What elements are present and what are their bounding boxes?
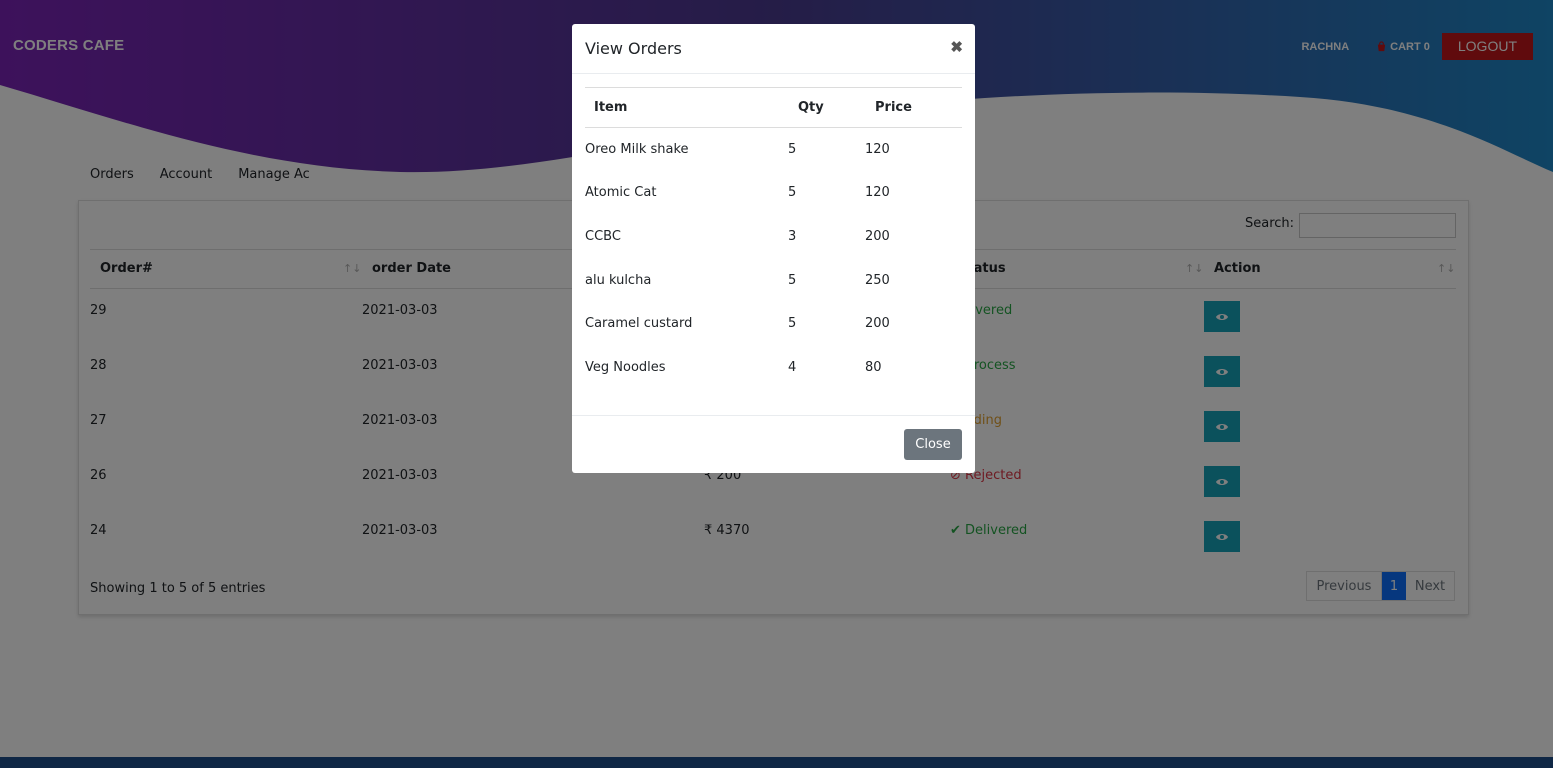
- modal-title: View Orders: [585, 39, 682, 58]
- modal-table-top-border: [585, 87, 962, 88]
- close-icon[interactable]: ✖: [950, 38, 963, 56]
- modal-item-name: alu kulcha: [585, 273, 652, 288]
- modal-item-price: 80: [865, 360, 882, 375]
- modal-item-name: Atomic Cat: [585, 185, 657, 200]
- modal-item-price: 120: [865, 142, 890, 157]
- modal-item-qty: 5: [788, 142, 797, 157]
- modal-item-name: Veg Noodles: [585, 360, 666, 375]
- modal-column-qty: Qty: [798, 100, 824, 115]
- modal-footer-divider: [572, 415, 975, 416]
- modal-item-price: 120: [865, 185, 890, 200]
- modal-item-name: CCBC: [585, 229, 621, 244]
- modal-header-divider: [572, 73, 975, 74]
- modal-item-qty: 5: [788, 273, 797, 288]
- modal-column-item: Item: [594, 100, 628, 115]
- close-button[interactable]: Close: [904, 429, 962, 460]
- modal-item-qty: 5: [788, 316, 797, 331]
- modal-item-price: 250: [865, 273, 890, 288]
- modal-item-qty: 3: [788, 229, 797, 244]
- modal-item-qty: 5: [788, 185, 797, 200]
- modal-item-name: Caramel custard: [585, 316, 693, 331]
- modal-column-price: Price: [875, 100, 912, 115]
- modal-item-price: 200: [865, 229, 890, 244]
- modal-item-name: Oreo Milk shake: [585, 142, 689, 157]
- view-orders-modal: View Orders ✖ Item Qty Price Oreo Milk s…: [572, 24, 975, 473]
- page: CODERS CAFE RACHNA CART 0 LOGOUT Orders …: [0, 0, 1553, 768]
- modal-table-header-border: [585, 127, 962, 128]
- modal-item-price: 200: [865, 316, 890, 331]
- modal-item-qty: 4: [788, 360, 797, 375]
